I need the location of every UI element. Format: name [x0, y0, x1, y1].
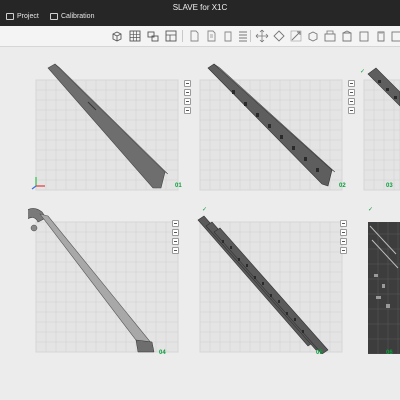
tab-project[interactable]: Project — [6, 13, 39, 20]
plate-03[interactable]: ✓ 03 — [356, 62, 400, 212]
plate-settings-icon[interactable] — [172, 247, 179, 254]
plate-02-controls — [348, 80, 356, 116]
measure-icon[interactable] — [374, 29, 388, 43]
tab-calibration-label: Calibration — [61, 13, 95, 20]
plate-number: 02 — [339, 183, 346, 189]
lock-plate-icon[interactable] — [172, 238, 179, 245]
plate-settings-icon[interactable] — [348, 107, 355, 114]
plate-number: 06 — [386, 350, 393, 354]
lock-plate-icon[interactable] — [184, 98, 191, 105]
auto-orient-icon[interactable] — [348, 89, 355, 96]
auto-orient-icon[interactable] — [172, 229, 179, 236]
textured-build-plate — [368, 222, 400, 354]
text-icon[interactable] — [390, 29, 400, 43]
build-plate-grid — [363, 67, 400, 191]
plate-01[interactable]: 01 — [28, 62, 218, 212]
model-arm — [28, 208, 155, 353]
close-plate-icon[interactable] — [340, 220, 347, 227]
tab-calibration[interactable]: Calibration — [50, 13, 94, 20]
toolbar-divider — [250, 30, 251, 42]
auto-orient-icon[interactable] — [340, 229, 347, 236]
seam-icon[interactable] — [340, 29, 354, 43]
plate-05[interactable]: ✓ 05 — [192, 204, 382, 356]
paste-icon[interactable] — [221, 29, 235, 43]
close-plate-icon[interactable] — [184, 80, 191, 87]
model-rails-set — [197, 215, 329, 354]
grid-icon[interactable] — [128, 29, 142, 43]
lock-plate-icon[interactable] — [340, 238, 347, 245]
lock-plate-icon[interactable] — [348, 98, 355, 105]
copy-icon[interactable] — [204, 29, 218, 43]
move-icon[interactable] — [255, 29, 269, 43]
plate-05-controls — [340, 220, 348, 256]
window-title: SLAVE for X1C — [172, 3, 228, 12]
plate-04-controls — [172, 220, 180, 256]
plate-settings-icon[interactable] — [184, 107, 191, 114]
close-plate-icon[interactable] — [172, 220, 179, 227]
plate-settings-icon[interactable] — [340, 247, 347, 254]
arrange-icon[interactable] — [146, 29, 160, 43]
plate-settings-icon[interactable] — [164, 29, 178, 43]
plate-06[interactable]: ✓ 06 — [356, 204, 400, 354]
plate-number: 05 — [316, 350, 323, 356]
plate-number: 03 — [386, 183, 393, 189]
toolbar-divider — [182, 30, 183, 42]
cut-icon[interactable] — [306, 29, 320, 43]
toolbar — [0, 26, 400, 47]
plate-02[interactable]: 02 — [192, 62, 382, 212]
calibration-icon — [50, 13, 58, 20]
scale-icon[interactable] — [289, 29, 303, 43]
tab-project-label: Project — [17, 13, 39, 20]
support-icon[interactable] — [323, 29, 337, 43]
auto-orient-icon[interactable] — [184, 89, 191, 96]
plate-number: 01 — [175, 183, 182, 189]
project-icon — [6, 13, 14, 20]
paint-icon[interactable] — [357, 29, 371, 43]
close-plate-icon[interactable] — [348, 80, 355, 87]
page-icon[interactable] — [187, 29, 201, 43]
plate-number: 04 — [159, 350, 166, 356]
title-bar: SLAVE for X1C Project Calibration — [0, 0, 400, 26]
rotate-icon[interactable] — [272, 29, 286, 43]
axis-gizmo-icon — [31, 177, 45, 190]
plate-01-controls — [184, 80, 192, 116]
plate-04[interactable]: 04 — [28, 204, 218, 356]
add-object-icon[interactable] — [110, 29, 124, 43]
list-icon[interactable] — [236, 29, 250, 43]
